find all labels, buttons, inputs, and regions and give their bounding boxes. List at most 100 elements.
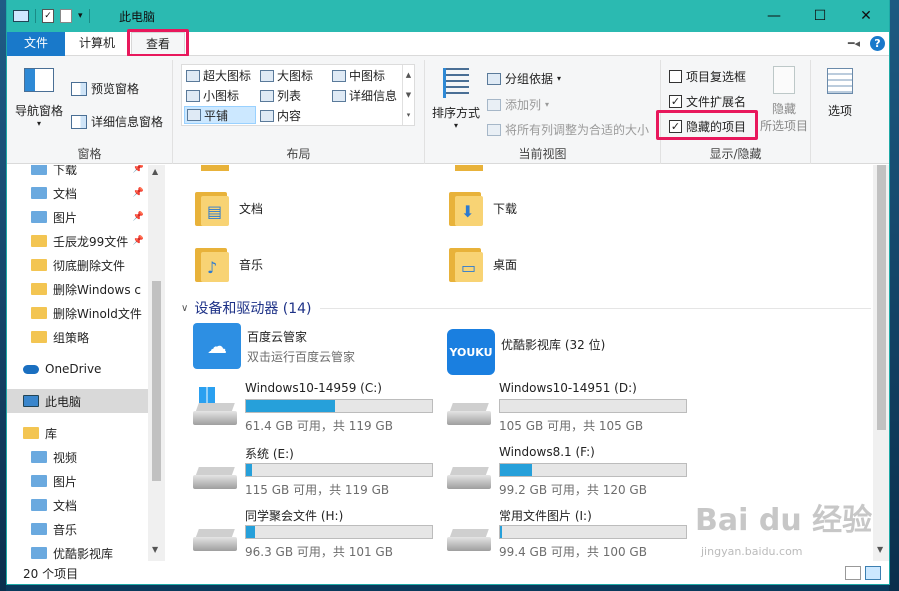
sidebar-item[interactable]: 图片 📌: [7, 205, 148, 229]
sort-label: 排序方式: [431, 106, 480, 120]
folder-label: 文档: [239, 201, 264, 216]
layout-large[interactable]: 大图标: [260, 67, 313, 84]
sidebar-item-label: 组策略: [53, 330, 90, 345]
sidebar-item[interactable]: 音乐: [7, 517, 148, 541]
maximize-icon[interactable]: ☐: [797, 0, 843, 32]
highlight-hidden-items: [656, 110, 758, 140]
large-icons-view-icon[interactable]: [865, 566, 881, 580]
sidebar-item[interactable]: 删除Winold文件: [7, 301, 148, 325]
layout-list[interactable]: 列表: [260, 87, 301, 104]
sidebar-item[interactable]: 视频: [7, 445, 148, 469]
scroll-up-icon[interactable]: ▲: [152, 167, 158, 176]
windows-logo-icon: [199, 387, 215, 403]
qat-dropdown-icon[interactable]: ▾: [78, 11, 83, 21]
checkbox-unchecked-icon[interactable]: [669, 70, 682, 83]
hide-selected-label-1: 隐藏: [771, 102, 796, 116]
scroll-thumb[interactable]: [877, 165, 886, 430]
devices-section-header[interactable]: ∨ 设备和驱动器 (14): [181, 298, 871, 318]
drive-space-info: 105 GB 可用，共 105 GB: [499, 419, 644, 433]
pin-icon: 📌: [132, 165, 144, 174]
group-label-show-hide: 显示/隐藏: [709, 147, 762, 161]
sort-button[interactable]: 排序方式 ▾: [429, 68, 483, 130]
computer-icon[interactable]: [13, 10, 29, 22]
nav-pane-scrollbar[interactable]: ▲ ▼: [148, 165, 165, 561]
nav-pane-button[interactable]: 导航窗格 ▾: [13, 68, 65, 128]
details-pane-button[interactable]: 详细信息窗格: [71, 113, 163, 130]
layout-tiles[interactable]: 平铺: [184, 106, 256, 124]
drive-tile[interactable]: 同学聚会文件 (H:) 96.3 GB 可用，共 101 GB: [193, 507, 443, 561]
sidebar-item[interactable]: 优酷影视库: [7, 541, 148, 561]
layout-details[interactable]: 详细信息: [332, 87, 397, 104]
tab-computer[interactable]: 计算机: [69, 32, 125, 56]
sidebar-item[interactable]: 彻底删除文件: [7, 253, 148, 277]
layout-label: 列表: [277, 89, 302, 103]
folder-partial-top: [455, 165, 483, 171]
sidebar-item[interactable]: 库: [7, 421, 148, 445]
close-icon[interactable]: ✕: [843, 0, 889, 32]
sidebar-item-label: 文档: [53, 498, 78, 513]
sidebar-item[interactable]: 组策略: [7, 325, 148, 349]
preview-pane-label: 预览窗格: [91, 82, 140, 96]
folder-tile[interactable]: ⬇ 下载: [447, 183, 687, 233]
sidebar-item[interactable]: 文档: [7, 493, 148, 517]
scroll-down-icon[interactable]: ▼: [152, 545, 158, 554]
youku-icon: YOUKU: [447, 329, 495, 375]
sidebar-item[interactable]: OneDrive: [7, 357, 148, 381]
preview-pane-button[interactable]: 预览窗格: [71, 80, 139, 97]
sidebar-item[interactable]: 壬辰龙99文件 📌: [7, 229, 148, 253]
title-bar[interactable]: ✓ ▾ 此电脑 — ☐ ✕: [7, 0, 889, 32]
group-by-button[interactable]: 分组依据 ▾: [487, 70, 561, 87]
item-checkbox-toggle[interactable]: 项目复选框: [669, 68, 746, 85]
checkbox-checked-icon[interactable]: ✓: [669, 95, 682, 108]
chevron-down-icon[interactable]: ∨: [181, 303, 188, 314]
add-column-button[interactable]: 添加列 ▾: [487, 96, 549, 113]
chevron-down-icon[interactable]: ▼: [406, 91, 411, 99]
options-button[interactable]: 选项: [817, 68, 863, 119]
drive-usage-bar: [499, 463, 687, 477]
layout-extra-large[interactable]: 超大图标: [186, 67, 251, 84]
content-scrollbar[interactable]: ▲ ▼: [873, 165, 889, 561]
details-icon: [332, 89, 346, 102]
fit-columns-button[interactable]: 将所有列调整为合适的大小: [487, 121, 649, 138]
folder-tile[interactable]: ♪ 音乐: [193, 239, 433, 289]
sidebar-item[interactable]: 删除Windows c: [7, 277, 148, 301]
drive-tile[interactable]: Windows8.1 (F:) 99.2 GB 可用，共 120 GB: [447, 445, 697, 505]
sidebar-item[interactable]: 文档 📌: [7, 181, 148, 205]
app-tile-youku[interactable]: YOUKU 优酷影视库 (32 位): [447, 327, 687, 377]
drive-tile[interactable]: 常用文件图片 (I:) 99.4 GB 可用，共 100 GB: [447, 507, 697, 561]
scroll-thumb[interactable]: [152, 281, 161, 481]
tab-file[interactable]: 文件: [7, 32, 65, 56]
help-icon[interactable]: ?: [870, 36, 885, 51]
folder-tile[interactable]: ▭ 桌面: [447, 239, 687, 289]
sidebar-item-label: 删除Winold文件: [53, 306, 142, 321]
new-folder-icon[interactable]: [60, 9, 72, 23]
ribbon: 导航窗格 ▾ 预览窗格 详细信息窗格 窗格 超大图标 大图标 中图标 小图标 列…: [7, 56, 889, 164]
drive-usage-bar: [245, 525, 433, 539]
layout-medium[interactable]: 中图标: [332, 67, 385, 84]
hide-selected-button[interactable]: 隐藏 所选项目: [757, 66, 811, 134]
drive-tile[interactable]: Windows10-14959 (C:) 61.4 GB 可用，共 119 GB: [193, 381, 443, 441]
drive-usage-bar: [245, 463, 433, 477]
sidebar-item[interactable]: 下载 📌: [7, 165, 148, 181]
drive-space-info: 96.3 GB 可用，共 101 GB: [245, 545, 393, 559]
scroll-down-icon[interactable]: ▼: [877, 545, 883, 554]
drive-tile[interactable]: Windows10-14951 (D:) 105 GB 可用，共 105 GB: [447, 381, 697, 441]
layout-gallery-scroll[interactable]: ▲ ▼ ▾: [402, 65, 414, 125]
drive-tile[interactable]: 系统 (E:) 115 GB 可用，共 119 GB: [193, 445, 443, 505]
app-tile-baidu[interactable]: ☁ 百度云管家 双击运行百度云管家: [193, 321, 433, 371]
more-icon[interactable]: ▾: [407, 111, 411, 119]
properties-icon[interactable]: ✓: [42, 9, 54, 23]
minimize-icon[interactable]: —: [751, 0, 797, 32]
layout-content[interactable]: 内容: [260, 107, 301, 124]
sidebar-item-label: 文档: [53, 186, 78, 201]
pin-ribbon-icon[interactable]: ━◂: [848, 37, 860, 50]
file-ext-toggle[interactable]: ✓ 文件扩展名: [669, 93, 746, 110]
sidebar-item[interactable]: 图片: [7, 469, 148, 493]
layout-small[interactable]: 小图标: [186, 87, 239, 104]
sidebar-item[interactable]: 此电脑: [7, 389, 148, 413]
options-icon: [827, 68, 853, 94]
music-folder-icon: ♪: [193, 244, 229, 284]
chevron-up-icon[interactable]: ▲: [406, 71, 411, 79]
folder-tile[interactable]: ▤ 文档: [193, 183, 433, 233]
details-view-icon[interactable]: [845, 566, 861, 580]
